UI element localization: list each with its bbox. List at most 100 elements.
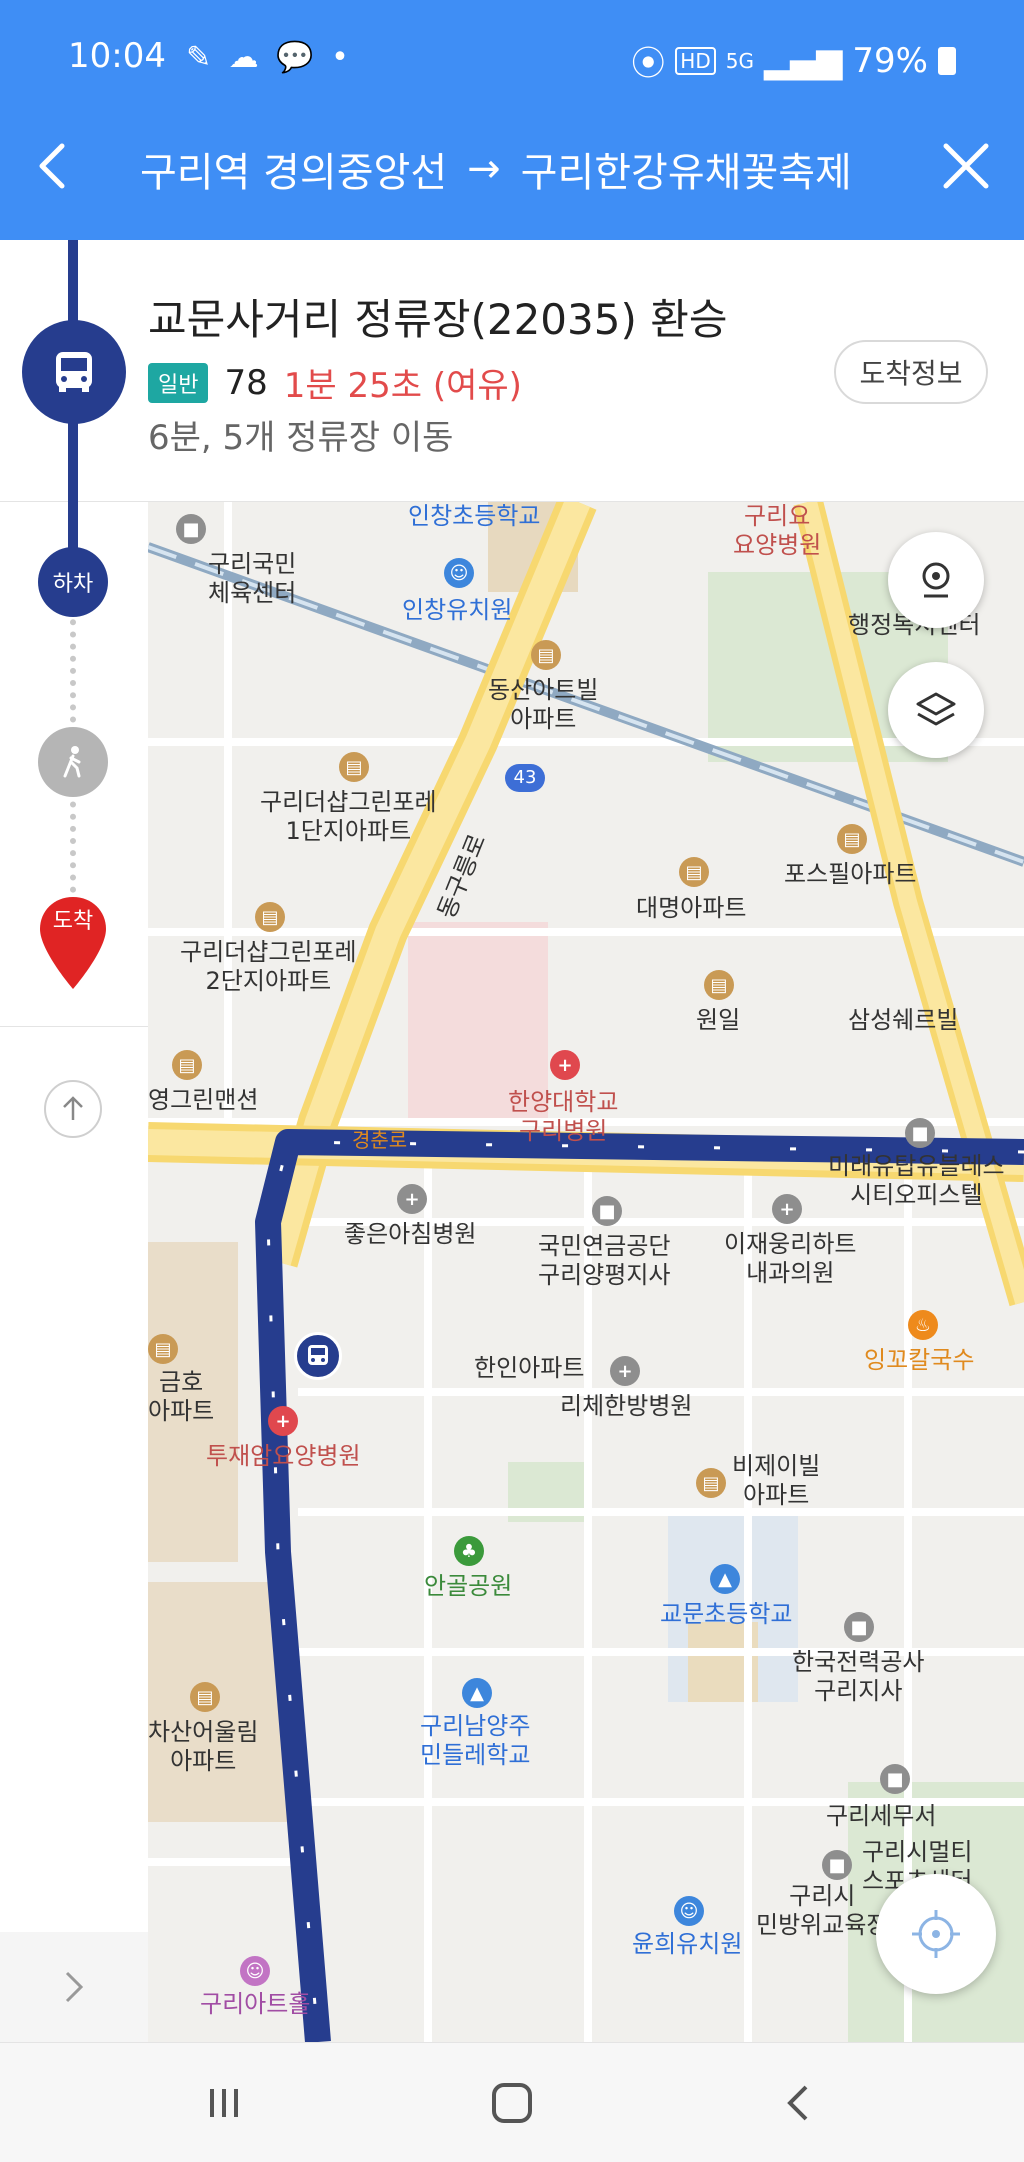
label-ingo: 잉꼬칼국수 <box>864 1346 975 1374</box>
label-deoshap1: 구리더샵그린포레 1단지아파트 <box>260 788 437 845</box>
poi-kinder-icon-2: ☺ <box>674 1896 704 1926</box>
poi-apt-icon-9: ▤ <box>696 1468 726 1498</box>
route-origin: 구리역 경의중앙선 <box>140 150 448 196</box>
bus-icon <box>22 320 126 424</box>
back-button[interactable] <box>24 136 84 196</box>
signal-icon: ▂▄▆ <box>763 40 843 81</box>
label-nps: 국민연금공단 구리양평지사 <box>538 1232 671 1289</box>
hd-icon: HD <box>675 46 716 75</box>
location-icon: ⦿ <box>631 44 666 84</box>
poi-clinic-icon-2: + <box>772 1194 802 1224</box>
label-good-morning: 좋은아침병원 <box>344 1220 477 1248</box>
home-icon <box>492 2083 532 2123</box>
label-gyomun-elem: 교문초등학교 <box>660 1600 793 1628</box>
walk-icon <box>38 727 108 797</box>
poi-school-icon: ▲ <box>710 1564 740 1594</box>
label-daemyung: 대명아파트 <box>636 894 747 922</box>
notification-icons: ✎ ☁ 💬 • <box>186 40 353 75</box>
poi-office-icon-3: ■ <box>880 1764 910 1794</box>
street-view-icon <box>922 562 950 598</box>
poi-office-icon: ■ <box>592 1196 622 1226</box>
poi-clinic-icon: + <box>397 1184 427 1214</box>
label-bjeil: 비제이빌 아파트 <box>732 1452 821 1509</box>
poi-apt-icon-10: ▤ <box>190 1682 220 1712</box>
label-gyeongchun-ro: 경춘로 <box>352 1128 408 1152</box>
label-lee-clinic: 이재웅리하트 내과의원 <box>724 1230 857 1287</box>
network-icon: 5G <box>725 48 754 73</box>
poi-apt-icon-3: ▤ <box>837 824 867 854</box>
label-guri-gym: 구리국민 체육센터 <box>208 550 297 607</box>
label-geumho: 금호 아파트 <box>148 1368 215 1425</box>
close-button[interactable] <box>936 136 996 196</box>
transfer-step-panel: 교문사거리 정류장(22035) 환승 일반 78 1분 25초 (여유) 6분… <box>0 240 1024 502</box>
route-arrow: → <box>467 146 501 192</box>
route-header: 구리역 경의중앙선 → 구리한강유채꽃축제 <box>0 130 1024 210</box>
poi-gym-icon: ■ <box>176 514 206 544</box>
label-hanin: 한인아파트 <box>474 1354 585 1382</box>
layers-icon <box>916 692 956 726</box>
arrive-label: 도착 <box>52 909 94 934</box>
close-icon <box>943 143 989 189</box>
poi-apt-icon-5: ▤ <box>255 902 285 932</box>
bus-info-row: 일반 78 1분 25초 (여유) <box>148 358 522 407</box>
crosshair-icon <box>912 1910 960 1958</box>
street-view-button[interactable] <box>888 532 984 628</box>
label-dongsan-apt: 동산아트빌 아파트 <box>488 676 599 733</box>
layers-button[interactable] <box>888 662 984 758</box>
status-time: 10:04 <box>68 36 166 76</box>
route-destination: 구리한강유채꽃축제 <box>520 150 852 196</box>
label-yunhee: 윤희유치원 <box>632 1930 743 1958</box>
label-inchang-kinder: 인창유치원 <box>402 596 513 624</box>
battery-icon <box>938 46 956 75</box>
expand-panel-button[interactable] <box>0 1932 148 2042</box>
poi-hospital-icon-2: + <box>268 1406 298 1436</box>
scroll-up-button[interactable] <box>44 1080 102 1138</box>
recent-apps-icon <box>210 2089 238 2117</box>
poi-kinder-icon: ☺ <box>444 558 474 588</box>
system-back-button[interactable] <box>768 2073 828 2133</box>
recent-apps-button[interactable] <box>194 2073 254 2133</box>
label-riche: 리체한방병원 <box>560 1392 693 1420</box>
battery-percent: 79% <box>852 40 928 81</box>
status-right: ⦿ HD 5G ▂▄▆ 79% <box>631 36 956 85</box>
current-location-button[interactable] <box>876 1874 996 1994</box>
status-bar: 10:04 ✎ ☁ 💬 • ⦿ HD 5G ▂▄▆ 79% <box>68 36 956 84</box>
poi-park-icon: ♣ <box>454 1536 484 1566</box>
label-mirae: 미래유탑유블레스 시티오피스텔 <box>828 1152 1005 1209</box>
label-young-green: 영그린맨션 <box>148 1086 259 1114</box>
label-guri-art: 구리아트홀 <box>200 1990 311 2018</box>
system-nav-bar <box>0 2042 1024 2162</box>
bus-number: 78 <box>224 362 268 403</box>
label-guri-elder: 구리요 요양병원 <box>733 502 822 559</box>
map-view[interactable]: ■ 구리국민체육센터 인창초등학교 ☺ 인창유치원 구리요요양병원 인창행정복지… <box>148 502 1024 2042</box>
poi-apt-icon-8: ▤ <box>148 1334 178 1364</box>
arrival-info-button[interactable]: 도착정보 <box>834 340 988 404</box>
back-chevron-icon <box>787 2085 808 2121</box>
arrow-up-icon <box>63 1096 83 1120</box>
bus-type-badge: 일반 <box>148 362 209 403</box>
poi-culture-icon: ☺ <box>240 1956 270 1986</box>
poi-apt-icon-6: ▤ <box>704 970 734 1000</box>
poi-clinic-icon-3: + <box>610 1356 640 1386</box>
label-posfeel: 포스필아파트 <box>784 860 917 888</box>
poi-hospital-icon: + <box>550 1050 580 1080</box>
chevron-right-icon <box>65 1971 84 2003</box>
poi-apt-icon-2: ▤ <box>339 752 369 782</box>
road-43-badge: 43 <box>505 764 545 792</box>
label-wonil: 원일 <box>696 1006 741 1034</box>
poi-office-icon-2: ■ <box>844 1612 874 1642</box>
chevron-left-icon <box>39 143 65 189</box>
label-chasan: 차산어울림 아파트 <box>148 1718 259 1775</box>
poi-apt-icon-4: ▤ <box>679 857 709 887</box>
label-hanyang-hosp: 한양대학교 구리병원 <box>508 1088 619 1145</box>
poi-office-icon-4: ■ <box>822 1850 852 1880</box>
arrive-pin-icon: 도착 <box>38 895 108 991</box>
label-guri-civil: 구리시 민방위교육장 <box>756 1882 889 1939</box>
alight-marker: 하차 <box>38 547 108 617</box>
home-button[interactable] <box>482 2073 542 2133</box>
poi-apt-icon-7: ▤ <box>172 1050 202 1080</box>
bus-stop-marker-icon[interactable] <box>294 1332 342 1380</box>
label-minde-school: 구리남양주 민들레학교 <box>420 1712 531 1769</box>
label-samsung-shell: 삼성쉐르빌 <box>848 1006 959 1034</box>
top-bar: 10:04 ✎ ☁ 💬 • ⦿ HD 5G ▂▄▆ 79% 구리역 경의중앙선 … <box>0 0 1024 240</box>
